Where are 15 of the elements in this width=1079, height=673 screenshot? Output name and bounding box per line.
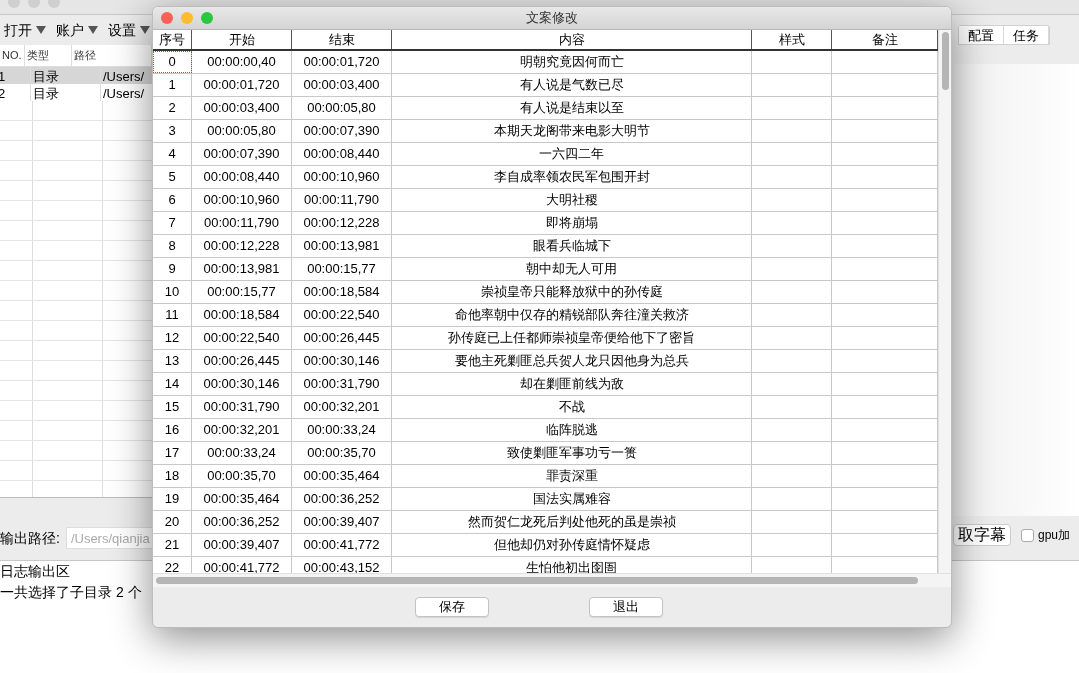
column-header: 开始 — [192, 30, 292, 49]
column-header: 序号 — [153, 30, 192, 49]
table-cell-text: /Users/ — [102, 85, 146, 101]
column-header: 内容 — [392, 30, 752, 49]
log-title: 日志输出区 — [0, 562, 70, 581]
field-label: 输出路径: — [0, 528, 60, 548]
column-header: NO. — [0, 45, 25, 66]
column-header: 结束 — [292, 30, 392, 49]
table-cell-text: /Users/ — [102, 68, 146, 84]
column-header: 类型 — [24, 45, 72, 66]
window-title: 文案修改 — [526, 9, 578, 28]
table-cell: 目录 — [31, 84, 101, 101]
log-line: 一共选择了子目录 2 个 — [0, 583, 142, 602]
column-header: 样式 — [752, 30, 832, 49]
checkbox-label: gpu加 — [1038, 527, 1071, 544]
